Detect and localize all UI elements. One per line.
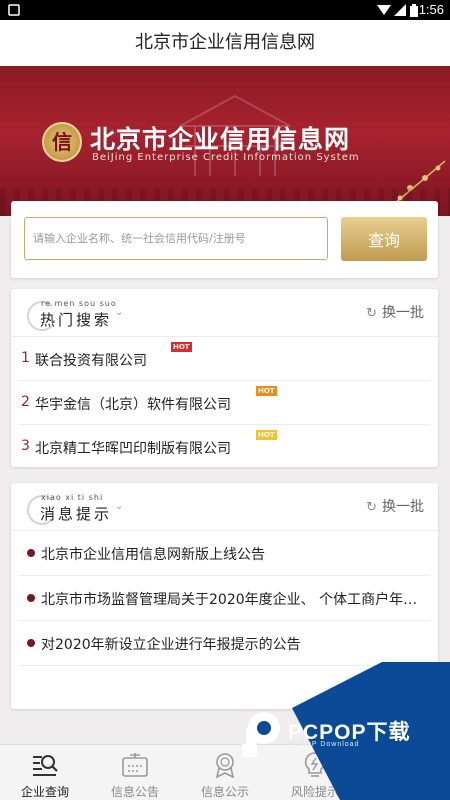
page-title: 北京市企业信用信息网 bbox=[0, 20, 450, 66]
nav-label: 使用 bbox=[392, 785, 417, 799]
nav-public[interactable]: 信息公示 bbox=[180, 745, 270, 800]
status-bar: 1:56 bbox=[0, 0, 450, 20]
hero-banner: 信 北京市企业信用信息网 BeiJing Enterprise Credit I… bbox=[0, 66, 450, 216]
signal-icon bbox=[394, 4, 406, 19]
seal-logo: 信 bbox=[42, 122, 82, 162]
watermark-text: PCPOP下载 bbox=[288, 721, 411, 744]
hot-company-name: 北京精工华晖凹印制版有限公司 bbox=[35, 441, 231, 457]
nav-enterprise-query[interactable]: 企业查询 bbox=[0, 745, 90, 800]
nav-label: 信息公告 bbox=[110, 785, 159, 799]
message-pinyin: xiao xi ti shi bbox=[41, 493, 104, 502]
hot-rank: 3 bbox=[21, 438, 30, 454]
battery-icon bbox=[410, 4, 418, 20]
search-button[interactable]: 查询 bbox=[341, 217, 427, 261]
banner-subtitle: BeiJing Enterprise Credit Information Sy… bbox=[92, 152, 360, 163]
hot-badge: HOT bbox=[171, 342, 192, 352]
message-title: 消息提示 bbox=[40, 505, 113, 523]
hot-search-header: re men sou suo 热门搜索 ⌄ ↻ 换一批 bbox=[11, 289, 438, 337]
nav-label: 风险提示 bbox=[290, 785, 339, 799]
chevron-down-icon: ⌄ bbox=[115, 307, 124, 318]
hot-badge: HOT bbox=[256, 430, 277, 440]
message-item[interactable]: 北京市市场监督管理局关于2020年度企业、 个体工商户年报公告 bbox=[19, 576, 430, 621]
bullet-dot bbox=[27, 549, 35, 557]
hot-company-name: 联合投资有限公司 bbox=[35, 353, 147, 369]
hot-rank: 2 bbox=[21, 394, 30, 410]
message-text: 北京市企业信用信息网新版上线公告 bbox=[41, 547, 265, 563]
search-input[interactable] bbox=[24, 217, 328, 260]
hot-search-pinyin: re men sou suo bbox=[41, 299, 117, 308]
wifi-icon bbox=[377, 4, 391, 19]
hot-search-item[interactable]: 3 北京精工华晖凹印制版有限公司 HOT bbox=[19, 425, 430, 469]
search-list-icon bbox=[33, 755, 58, 776]
banner-title: 北京市企业信用信息网 bbox=[90, 125, 351, 154]
hot-search-title: 热门搜索 bbox=[40, 311, 113, 329]
bottom-nav: 企业查询 信息公告 信息公示 风险提示 使用 bbox=[0, 744, 450, 800]
award-icon bbox=[215, 753, 235, 778]
bullet-dot bbox=[27, 594, 35, 602]
hot-search-item[interactable]: 1 联合投资有限公司 HOT bbox=[19, 337, 430, 381]
message-refresh-label: 换一批 bbox=[382, 499, 424, 515]
hot-search-item[interactable]: 2 华宇金信（北京）软件有限公司 HOT bbox=[19, 381, 430, 425]
message-text: 北京市市场监督管理局关于2020年度企业、 个体工商户年报公告 bbox=[41, 592, 421, 608]
refresh-icon: ↻ bbox=[366, 500, 377, 515]
nav-risk[interactable]: 风险提示 bbox=[270, 745, 360, 800]
nav-label: 信息公示 bbox=[200, 785, 249, 799]
nav-bulletin[interactable]: 信息公告 bbox=[90, 745, 180, 800]
bulb-icon bbox=[304, 752, 326, 777]
hot-search-list: 1 联合投资有限公司 HOT 2 华宇金信（北京）软件有限公司 HOT 3 北京… bbox=[11, 337, 438, 469]
hot-refresh-button[interactable]: ↻ 换一批 bbox=[366, 302, 424, 322]
hot-badge: HOT bbox=[256, 386, 277, 396]
hot-refresh-label: 换一批 bbox=[382, 305, 424, 321]
hot-company-name: 华宇金信（北京）软件有限公司 bbox=[35, 397, 231, 413]
hot-rank: 1 bbox=[21, 350, 30, 366]
message-header: xiao xi ti shi 消息提示 ⌄ ↻ 换一批 bbox=[11, 483, 438, 531]
notification-icon bbox=[8, 4, 20, 19]
chevron-down-icon: ⌄ bbox=[115, 501, 124, 512]
hot-search-card: re men sou suo 热门搜索 ⌄ ↻ 换一批 1 联合投资有限公司 HO… bbox=[11, 289, 438, 467]
bulletin-icon bbox=[122, 753, 148, 777]
help-icon bbox=[394, 753, 416, 777]
nav-label: 企业查询 bbox=[20, 785, 69, 799]
message-item[interactable]: 对2020年新设立企业进行年报提示的公告 bbox=[19, 621, 430, 666]
search-card: 查询 bbox=[11, 201, 438, 278]
message-refresh-button[interactable]: ↻ 换一批 bbox=[366, 496, 424, 516]
message-text: 对2020年新设立企业进行年报提示的公告 bbox=[41, 637, 301, 653]
message-card: xiao xi ti shi 消息提示 ⌄ ↻ 换一批 北京市企业信用信息网新版上… bbox=[11, 483, 438, 709]
status-time: 1:56 bbox=[418, 2, 444, 17]
refresh-icon: ↻ bbox=[366, 306, 377, 321]
bullet-dot bbox=[27, 639, 35, 647]
message-item[interactable]: 北京市企业信用信息网新版上线公告 bbox=[19, 531, 430, 576]
nav-help[interactable]: 使用 bbox=[360, 745, 450, 800]
